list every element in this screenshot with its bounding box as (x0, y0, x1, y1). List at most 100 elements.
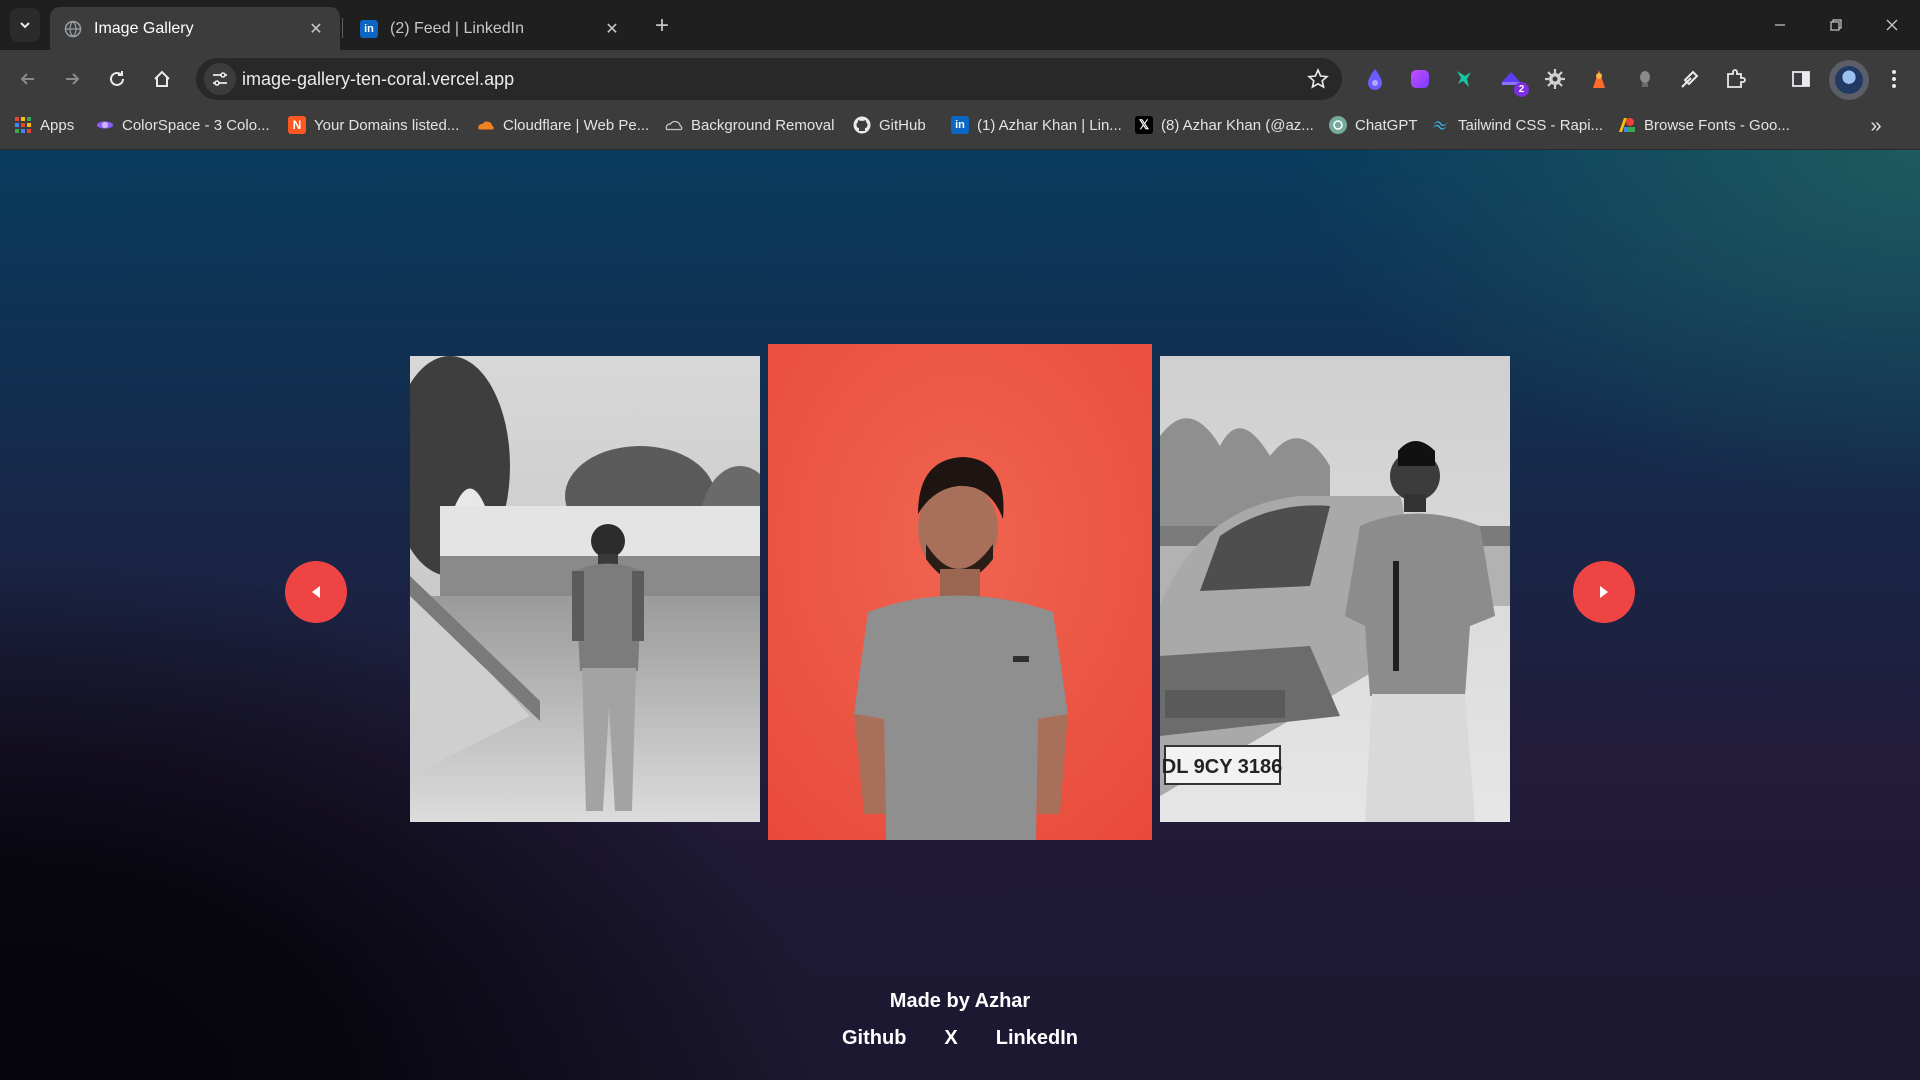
chevron-down-icon (20, 22, 30, 29)
extension-hat-icon[interactable]: 2 (1499, 67, 1529, 97)
close-tab-icon[interactable]: ✕ (306, 19, 326, 39)
profile-avatar[interactable] (1829, 60, 1869, 100)
address-bar[interactable]: image-gallery-ten-coral.vercel.app (196, 58, 1342, 100)
caret-left-icon (312, 586, 320, 598)
bookmark-tailwind[interactable]: Tailwind CSS - Rapi... (1432, 108, 1603, 142)
arrow-left-icon (20, 73, 34, 85)
arrow-right-icon (66, 73, 80, 85)
restore-icon (1830, 19, 1842, 31)
photo-fort-garden (410, 356, 760, 822)
bookmark-label: Cloudflare | Web Pe... (503, 116, 650, 134)
bookmark-label: (8) Azhar Khan (@az... (1161, 116, 1314, 134)
bookmark-label: ColorSpace - 3 Colo... (122, 116, 270, 134)
bookmark-colorspace[interactable]: ColorSpace - 3 Colo... (96, 108, 270, 142)
cloud-icon (665, 116, 683, 134)
bookmark-background-removal[interactable]: Background Removal (665, 108, 834, 142)
bookmark-label: (1) Azhar Khan | Lin... (977, 116, 1122, 134)
chatgpt-icon (1329, 116, 1347, 134)
reload-icon (110, 71, 124, 86)
tab-title: Image Gallery (94, 19, 194, 37)
linkedin-icon: in (951, 116, 969, 134)
reload-button[interactable] (101, 63, 133, 95)
tab-title: (2) Feed | LinkedIn (390, 19, 525, 37)
new-tab-button[interactable]: + (648, 12, 676, 40)
bookmark-label: Tailwind CSS - Rapi... (1458, 116, 1604, 134)
next-image-button[interactable] (1573, 561, 1635, 623)
colorspace-icon (96, 116, 114, 134)
browser-menu-icon[interactable] (1882, 67, 1906, 91)
linkedin-link[interactable]: LinkedIn (996, 1027, 1078, 1050)
bookmark-label: Background Removal (691, 116, 835, 134)
extension-drop-icon[interactable] (1363, 67, 1387, 91)
bookmark-label: Browse Fonts - Goo... (1644, 116, 1790, 134)
globe-icon (64, 20, 82, 38)
minimize-icon (1775, 24, 1785, 26)
avatar (1835, 66, 1863, 94)
google-fonts-icon (1618, 116, 1636, 134)
eyedropper-icon[interactable] (1678, 67, 1702, 91)
extensions-puzzle-icon[interactable] (1723, 67, 1747, 91)
tab-linkedin[interactable]: in (2) Feed | LinkedIn ✕ (346, 7, 636, 50)
tab-divider (342, 18, 343, 38)
bookmark-linkedin[interactable]: in (1) Azhar Khan | Lin... (951, 108, 1122, 142)
footer-links: Github X LinkedIn (0, 1027, 1920, 1050)
gallery-image-center[interactable] (768, 344, 1152, 840)
star-icon (1307, 68, 1329, 89)
tune-icon (213, 72, 227, 86)
close-icon (1886, 19, 1898, 31)
bookmark-namecheap[interactable]: N Your Domains listed... (288, 108, 459, 142)
bookmark-label: ChatGPT (1355, 116, 1418, 134)
photo-car-portrait: DL 9CY 3186 (1160, 356, 1510, 822)
license-plate-text: DL 9CY 3186 (1162, 756, 1282, 778)
cloudflare-icon (477, 116, 495, 134)
bookmark-google-fonts[interactable]: Browse Fonts - Goo... (1618, 108, 1790, 142)
site-info-button[interactable] (204, 63, 236, 95)
gallery-page: DL 9CY 3186 Made by Azhar Github X Linke… (0, 150, 1920, 1080)
extension-bulb-icon[interactable] (1633, 67, 1657, 91)
home-button[interactable] (146, 63, 178, 95)
extension-bird-icon[interactable] (1452, 67, 1476, 91)
bookmark-cloudflare[interactable]: Cloudflare | Web Pe... (477, 108, 649, 142)
x-link[interactable]: X (944, 1027, 957, 1050)
gallery-image-right[interactable]: DL 9CY 3186 (1160, 356, 1510, 822)
previous-image-button[interactable] (285, 561, 347, 623)
tailwind-icon (1432, 116, 1450, 134)
photo-red-wall-portrait (768, 344, 1152, 840)
made-by-text: Made by Azhar (889, 990, 1031, 1012)
tab-search-button[interactable] (10, 8, 40, 42)
bookmarks-bar: Apps ColorSpace - 3 Colo... N Your Domai… (0, 108, 1920, 150)
back-button[interactable] (12, 63, 44, 95)
bookmark-chatgpt[interactable]: ChatGPT (1329, 108, 1418, 142)
github-link[interactable]: Github (842, 1027, 906, 1050)
caret-right-icon (1600, 586, 1608, 598)
x-icon: 𝕏 (1135, 116, 1153, 134)
bookmarks-overflow-button[interactable]: » (1864, 114, 1888, 138)
bookmark-github[interactable]: GitHub (853, 108, 926, 142)
bookmark-star-button[interactable] (1306, 67, 1330, 91)
minimize-button[interactable] (1752, 0, 1808, 50)
apps-grid-icon (14, 116, 32, 134)
url-text[interactable]: image-gallery-ten-coral.vercel.app (242, 69, 514, 90)
extension-purple-icon[interactable] (1408, 67, 1432, 91)
github-icon (853, 116, 871, 134)
gallery-image-left[interactable] (410, 356, 760, 822)
side-panel-icon[interactable] (1789, 67, 1813, 91)
extension-orange-icon[interactable] (1587, 67, 1611, 91)
bookmark-label: Apps (40, 116, 75, 134)
restore-button[interactable] (1808, 0, 1864, 50)
extension-badge: 2 (1514, 82, 1529, 97)
namecheap-icon: N (288, 116, 306, 134)
bookmark-label: Your Domains listed... (314, 116, 460, 134)
linkedin-icon: in (360, 19, 378, 38)
bookmark-x[interactable]: 𝕏 (8) Azhar Khan (@az... (1135, 108, 1314, 142)
tab-image-gallery[interactable]: Image Gallery ✕ (50, 7, 340, 50)
home-icon (154, 70, 170, 87)
tab-strip: Image Gallery ✕ in (2) Feed | LinkedIn ✕… (0, 0, 1920, 50)
close-tab-icon[interactable]: ✕ (602, 19, 622, 39)
bookmark-apps[interactable]: Apps (14, 108, 74, 142)
bookmark-label: GitHub (879, 116, 926, 134)
extension-gear-icon[interactable] (1543, 67, 1567, 91)
forward-button[interactable] (56, 63, 88, 95)
close-window-button[interactable] (1864, 0, 1920, 50)
browser-toolbar: image-gallery-ten-coral.vercel.app 2 (0, 50, 1920, 108)
